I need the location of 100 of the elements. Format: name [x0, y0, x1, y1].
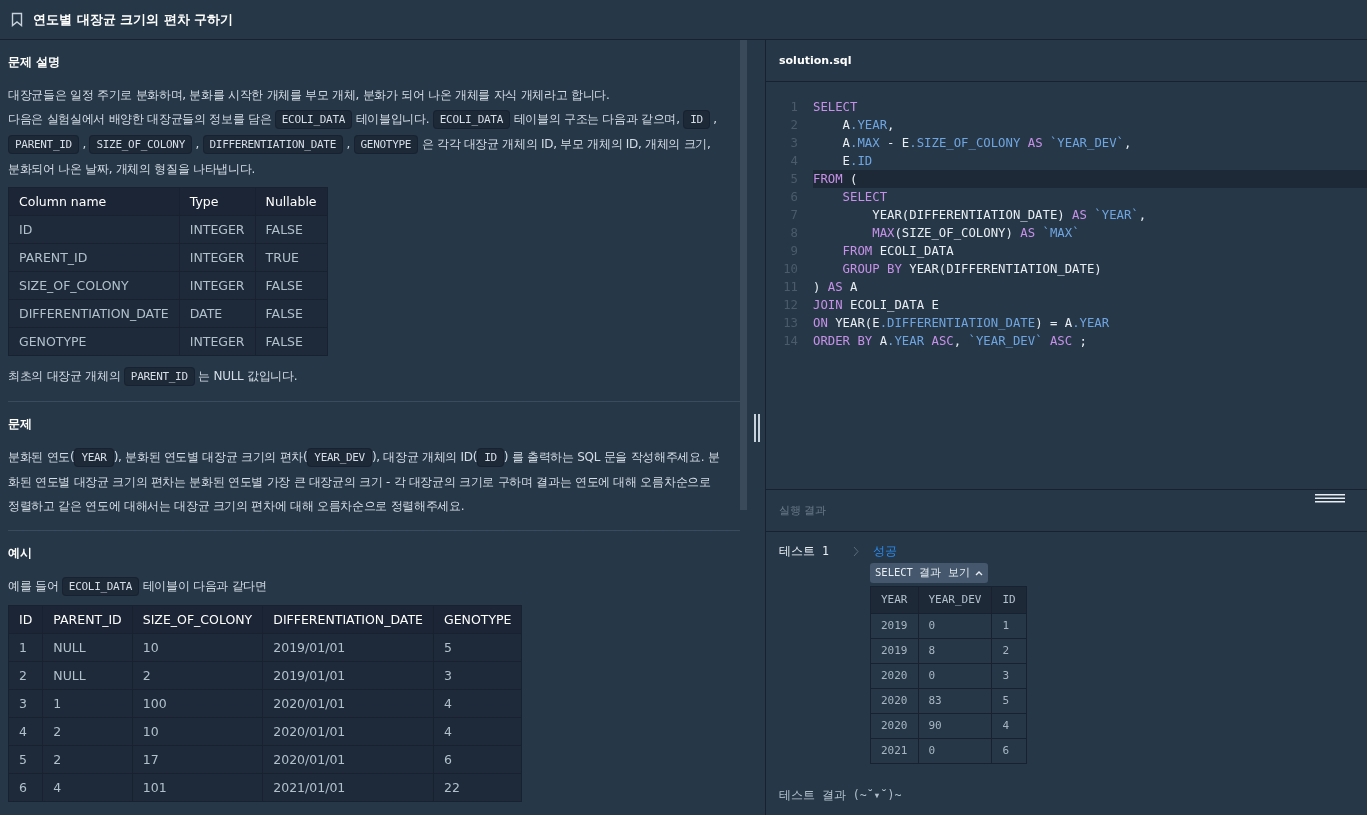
- code-line: YEAR(DIFFERENTIATION_DATE) AS `YEAR`,: [871, 206, 1147, 224]
- column-header: ID: [8, 605, 43, 634]
- table-cell: 4: [8, 717, 43, 746]
- description-paragraph: 다음은 실험실에서 배양한 대장균들의 정보를 담은 ECOLI_DATA 테이블입니다. ECOLI_DATA 테이블의 구조는 다음과 같으며, ID , PARENT_ID , SIZE_OF_COLONY , DIFFERENTIATION_DATE , GENOTYPE 은 각각 대장균 개체의 ID, 부모 개체의 ID, 개체의 크기, 분화되어 나온 날짜, 개체의 형질을 나타냅니다.: [8, 109, 718, 178]
- table-cell: 83: [918, 688, 992, 714]
- note-text: 최초의 대장균 개체의 PARENT_ID 는 NULL 값입니다.: [8, 364, 720, 389]
- bookmark-icon[interactable]: [11, 12, 23, 27]
- table-cell: 0: [918, 613, 992, 639]
- code-line: A.MAX - E.SIZE_OF_COLONY AS `YEAR_DEV`,: [841, 134, 1132, 152]
- code-line: ORDER BY A.YEAR ASC, `YEAR_DEV` ASC ;: [813, 332, 1087, 350]
- chevron-up-icon[interactable]: [974, 570, 983, 576]
- table-cell: 2: [992, 638, 1027, 664]
- results-heading: 실행 결과: [779, 503, 827, 518]
- code-line: FROM ECOLI_DATA: [841, 242, 954, 260]
- table-cell: 2020/01/01: [262, 745, 434, 774]
- table-cell: 2: [42, 745, 133, 774]
- table-cell: 0: [918, 738, 992, 764]
- description-paragraph: 대장균들은 일정 주기로 분화하며, 분화를 시작한 개체를 부모 개체, 분화가 되어 나온 개체를 자식 개체라고 합니다.: [8, 87, 611, 104]
- table-cell: 22: [433, 773, 522, 802]
- table-cell: 5: [992, 688, 1027, 714]
- table-cell: 1: [42, 689, 133, 718]
- problem-title: 연도별 대장균 크기의 편차 구하기: [33, 10, 234, 29]
- table-cell: 2020/01/01: [262, 717, 434, 746]
- table-cell: SIZE_OF_COLONY: [8, 271, 180, 300]
- code-line: FROM (: [813, 170, 858, 188]
- table-cell: NULL: [42, 633, 133, 662]
- code-line: MAX(SIZE_OF_COLONY) AS `MAX`: [871, 224, 1080, 242]
- table-cell: DATE: [179, 299, 256, 328]
- table-cell: 2020: [870, 688, 918, 714]
- code-line: JOIN ECOLI_DATA E: [813, 296, 939, 314]
- table-cell: 6: [8, 773, 43, 802]
- code-line: ) AS A: [813, 278, 858, 296]
- code-line: ON YEAR(E.DIFFERENTIATION_DATE) = A.YEAR: [813, 314, 1110, 332]
- table-cell: INTEGER: [179, 243, 256, 272]
- select-result-toggle[interactable]: SELECT 결과 보기: [870, 563, 988, 583]
- resize-handle-icon[interactable]: [1315, 493, 1345, 504]
- table-cell: 8: [918, 638, 992, 664]
- table-cell: 1: [8, 633, 43, 662]
- table-cell: 2020: [870, 663, 918, 689]
- code-line: E.ID: [841, 152, 873, 170]
- file-tab[interactable]: solution.sql: [779, 53, 852, 67]
- table-cell: 3: [992, 663, 1027, 689]
- table-cell: 17: [132, 745, 263, 774]
- table-cell: 4: [42, 773, 133, 802]
- table-cell: PARENT_ID: [8, 243, 180, 272]
- column-header: YEAR: [870, 586, 918, 614]
- table-cell: FALSE: [255, 299, 328, 328]
- table-cell: 2: [42, 717, 133, 746]
- table-cell: 5: [8, 745, 43, 774]
- column-header: ID: [992, 586, 1027, 614]
- table-cell: 2019/01/01: [262, 661, 434, 690]
- table-cell: DIFFERENTIATION_DATE: [8, 299, 180, 328]
- scrollbar-thumb[interactable]: [740, 40, 747, 510]
- table-cell: GENOTYPE: [8, 327, 180, 356]
- table-cell: 2: [132, 661, 263, 690]
- problem-paragraph: 분화된 연도( YEAR ), 분화된 연도별 대장균 크기의 편차( YEAR_DEV ), 대장균 개체의 ID( ID ) 를 출력하는 SQL 문을 작성해주세요. 분화된 연도별 대장균 크기의 편차는 분화된 연도별 가장 큰 대장균의 크기 - 각 대장균의 크기로 구하며 결과는 연도에 대해 오름차순으로 정렬하고 같은 연도에 대해서는 대장균 크기의 편차에 대해 오름차순으로 정렬해주세요.: [8, 447, 720, 515]
- table-cell: 10: [132, 633, 263, 662]
- table-cell: 2: [8, 661, 43, 690]
- column-header: Type: [179, 187, 256, 216]
- example-intro: 예를 들어 ECOLI_DATA 테이블이 다음과 같다면: [8, 574, 720, 599]
- table-cell: 101: [132, 773, 263, 802]
- table-cell: INTEGER: [179, 327, 256, 356]
- column-header: PARENT_ID: [42, 605, 133, 634]
- table-cell: INTEGER: [179, 215, 256, 244]
- section-heading: 예시: [8, 545, 33, 562]
- test-status: 성공: [873, 544, 897, 559]
- table-cell: 4: [433, 717, 522, 746]
- table-cell: 4: [992, 713, 1027, 739]
- test-label: 테스트 1: [779, 544, 830, 559]
- code-line: SELECT: [841, 188, 888, 206]
- section-heading: 문제: [8, 416, 33, 433]
- code-line: SELECT: [813, 98, 858, 116]
- table-cell: 2020/01/01: [262, 689, 434, 718]
- table-cell: 90: [918, 713, 992, 739]
- table-cell: 2019: [870, 638, 918, 664]
- table-cell: 2019: [870, 613, 918, 639]
- column-header: Nullable: [255, 187, 328, 216]
- section-heading: 문제 설명: [8, 54, 62, 71]
- table-cell: 2021/01/01: [262, 773, 434, 802]
- code-line: A.YEAR,: [841, 116, 895, 134]
- table-cell: 5: [433, 633, 522, 662]
- table-cell: 100: [132, 689, 263, 718]
- code-line: GROUP BY YEAR(DIFFERENTIATION_DATE): [841, 260, 1102, 278]
- chevron-right-icon: [853, 546, 859, 557]
- column-header: DIFFERENTIATION_DATE: [262, 605, 434, 634]
- table-cell: ID: [8, 215, 180, 244]
- table-cell: TRUE: [255, 243, 328, 272]
- test-result-text: 테스트 결과 (~˘▾˘)~: [779, 788, 903, 803]
- column-header: YEAR_DEV: [918, 586, 992, 614]
- table-cell: 1: [992, 613, 1027, 639]
- table-cell: 3: [433, 661, 522, 690]
- table-cell: 0: [918, 663, 992, 689]
- table-cell: 10: [132, 717, 263, 746]
- table-cell: 6: [433, 745, 522, 774]
- column-header: GENOTYPE: [433, 605, 522, 634]
- table-cell: 4: [433, 689, 522, 718]
- table-cell: FALSE: [255, 271, 328, 300]
- table-cell: 2020: [870, 713, 918, 739]
- grip-icon[interactable]: [753, 413, 760, 442]
- table-cell: NULL: [42, 661, 133, 690]
